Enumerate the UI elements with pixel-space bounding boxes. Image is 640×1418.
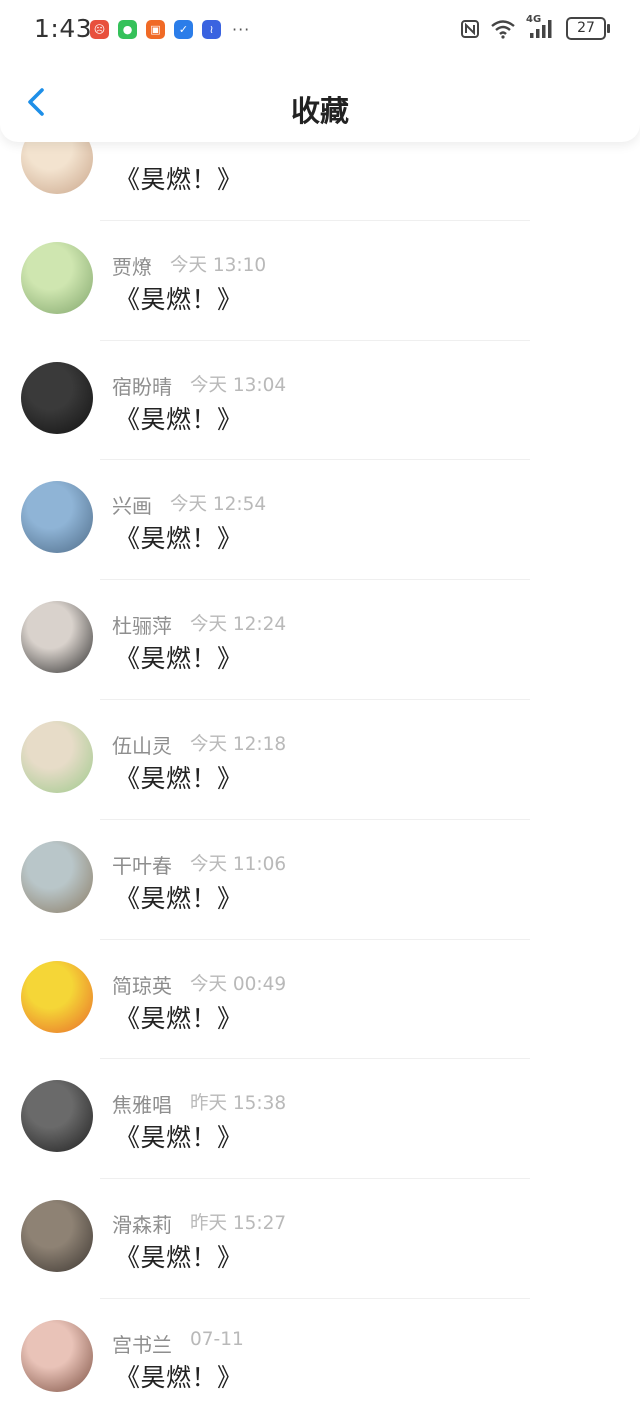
list-item[interactable]: 干叶春 今天 11:06 《昊燃！》: [0, 818, 640, 939]
list-item[interactable]: 伍山灵 今天 12:18 《昊燃！》: [0, 698, 640, 819]
status-time: 1:43: [34, 14, 93, 43]
avatar[interactable]: [21, 601, 93, 674]
row-divider: [100, 938, 530, 940]
row-divider: [100, 1178, 530, 1180]
sender-name: 兴画: [112, 494, 152, 519]
row-divider: [100, 698, 530, 700]
voice-icon: ≀: [202, 20, 221, 39]
more-notifications-icon: ···: [232, 20, 251, 39]
sender-name: 滑森莉: [112, 1213, 172, 1238]
list-item[interactable]: 简琼英 今天 00:49 《昊燃！》: [0, 938, 640, 1059]
battery-indicator: 27: [566, 17, 610, 40]
sender-name: 杜骊萍: [112, 614, 172, 639]
timestamp: 今天 13:10: [170, 254, 267, 276]
avatar[interactable]: [21, 840, 93, 913]
sender-name: 简琼英: [112, 973, 172, 998]
list-item[interactable]: 兴画 今天 12:54 《昊燃！》: [0, 459, 640, 579]
timestamp: 今天 12:18: [190, 733, 287, 755]
message-text: 《昊燃！》: [115, 763, 243, 793]
shield-icon: ✓: [174, 20, 193, 39]
message-text: 《昊燃！》: [115, 404, 243, 434]
message-text: 《昊燃！》: [115, 883, 243, 913]
timestamp: 今天 00:49: [190, 973, 287, 995]
avatar[interactable]: [21, 1080, 93, 1153]
list-item[interactable]: 宿盼晴 今天 13:04 《昊燃！》: [0, 339, 640, 460]
avatar[interactable]: [21, 481, 93, 554]
avatar[interactable]: [21, 1319, 93, 1392]
row-divider: [100, 339, 530, 341]
timestamp: 今天 13:04: [190, 374, 287, 396]
message-text: 《昊燃！》: [115, 165, 243, 194]
row-divider: [100, 579, 530, 581]
message-text: 《昊燃！》: [115, 284, 243, 314]
row-divider: [100, 1297, 530, 1299]
wechat-icon: ●: [118, 20, 137, 39]
avatar[interactable]: [21, 361, 93, 434]
wifi-icon: [491, 19, 515, 39]
favorites-list: 《昊燃！》 贾燎 今天 13:10 《昊燃！》 宿盼晴 今天 13:04 《昊燃！》 兴画 今天…: [0, 100, 640, 1418]
avatar[interactable]: [21, 241, 93, 314]
app-notification-icon: ☹: [90, 20, 109, 39]
notification-icons: ☹ ● ▣ ✓ ≀ ···: [90, 20, 250, 39]
timestamp: 今天 12:24: [190, 614, 287, 636]
timestamp: 昨天 15:27: [190, 1213, 287, 1235]
list-item[interactable]: 杜骊萍 今天 12:24 《昊燃！》: [0, 579, 640, 699]
timestamp: 今天 11:06: [190, 853, 287, 875]
row-divider: [100, 219, 530, 221]
sender-name: 贾燎: [112, 254, 152, 279]
page-title: 收藏: [290, 94, 349, 128]
nav-header: 收藏: [0, 60, 640, 142]
message-text: 《昊燃！》: [115, 1243, 243, 1273]
system-icons: 4G 27: [460, 14, 610, 40]
message-text: 《昊燃！》: [115, 524, 243, 554]
sender-name: 焦雅唱: [112, 1093, 172, 1118]
avatar[interactable]: [21, 960, 93, 1033]
message-text: 《昊燃！》: [115, 1123, 243, 1153]
nfc-icon: [461, 19, 479, 38]
timestamp: 07-11: [190, 1328, 244, 1350]
sender-name: 干叶春: [112, 853, 172, 878]
app-notification-icon: ▣: [146, 20, 165, 39]
row-divider: [100, 459, 530, 461]
avatar[interactable]: [21, 720, 93, 793]
timestamp: 今天 12:54: [170, 494, 267, 516]
message-text: 《昊燃！》: [115, 1362, 243, 1392]
list-item[interactable]: 贾燎 今天 13:10 《昊燃！》: [0, 219, 640, 340]
avatar[interactable]: [21, 1200, 93, 1273]
status-bar: 1:43 ☹ ● ▣ ✓ ≀ ··· 4G 27: [0, 0, 640, 60]
list-item[interactable]: 滑森莉 昨天 15:27 《昊燃！》: [0, 1178, 640, 1298]
sender-name: 宿盼晴: [112, 374, 172, 399]
message-text: 《昊燃！》: [115, 644, 243, 674]
sender-name: 宫书兰: [112, 1332, 172, 1357]
message-text: 《昊燃！》: [115, 1003, 243, 1033]
sender-name: 伍山灵: [112, 733, 172, 758]
timestamp: 昨天 15:38: [190, 1093, 287, 1115]
row-divider: [100, 1058, 530, 1060]
list-item[interactable]: 宫书兰 07-11 《昊燃！》: [0, 1297, 640, 1418]
list-item[interactable]: 焦雅唱 昨天 15:38 《昊燃！》: [0, 1058, 640, 1178]
cellular-signal-icon: 4G: [526, 14, 556, 40]
row-divider: [100, 818, 530, 820]
